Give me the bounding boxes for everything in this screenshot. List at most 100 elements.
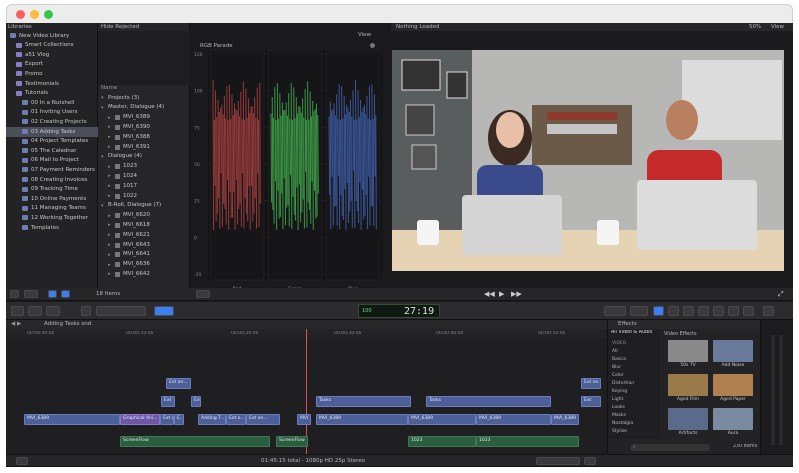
audio-clip[interactable]: ScreenFlow [120, 436, 270, 447]
disclosure-triangle-icon[interactable]: ▸ [108, 242, 111, 248]
disclosure-triangle-icon[interactable]: ▸ [108, 271, 111, 277]
disclosure-triangle-icon[interactable]: ▸ [108, 232, 111, 238]
connected-clip[interactable]: Tasks [426, 396, 551, 407]
index-button[interactable] [16, 457, 28, 465]
filmstrip-view-button[interactable] [48, 290, 57, 298]
effect-category[interactable]: Nostalgia [612, 421, 633, 426]
connected-clip[interactable]: Ext [581, 396, 601, 407]
timecode-display[interactable]: 100 27:19 [358, 304, 440, 318]
browser-clip[interactable]: ▸ MVI_6642 [98, 269, 188, 279]
fullscreen-icon[interactable]: ⤢ [778, 290, 784, 299]
effect-category[interactable]: Basics [612, 357, 626, 362]
browser-clip[interactable]: ▸ MVI_6636 [98, 260, 188, 270]
keyword-button[interactable] [28, 306, 42, 316]
themes-button[interactable] [728, 306, 739, 316]
primary-clip[interactable]: MVI [297, 414, 311, 425]
effects-search-field[interactable]: ⌕ [630, 444, 710, 451]
retime-button[interactable] [630, 306, 648, 316]
effect-thumbnail[interactable] [713, 408, 753, 430]
select-tool-button[interactable] [154, 306, 174, 316]
library-item[interactable]: 09 Tracking Time [6, 185, 98, 195]
library-item[interactable]: 06 Mail to Project [6, 156, 98, 166]
effect-thumbnail[interactable] [713, 340, 753, 362]
browser-clip[interactable]: ▸ MVI_6618 [98, 220, 188, 230]
music-button[interactable] [683, 306, 694, 316]
effect-category[interactable]: Looks [612, 405, 625, 410]
library-toggle-button[interactable] [10, 290, 19, 298]
disclosure-triangle-icon[interactable]: ▸ [108, 144, 111, 150]
disclosure-triangle-icon[interactable]: ▸ [108, 222, 111, 228]
primary-clip[interactable]: MVI_6389 [476, 414, 551, 425]
edit-buttons-group[interactable] [96, 306, 146, 316]
minimize-button[interactable] [30, 10, 39, 19]
connected-clip[interactable]: Ext on... [166, 378, 191, 389]
transitions-button[interactable] [743, 306, 754, 316]
disclosure-triangle-icon[interactable]: ▸ [108, 164, 111, 170]
list-view-button[interactable] [61, 290, 70, 298]
primary-clip[interactable]: MVI_6389 [316, 414, 408, 425]
viewer-transform-button[interactable] [196, 290, 210, 298]
library-item[interactable]: 07 Payment Reminders [6, 165, 98, 175]
library-item[interactable]: Smart Collections [6, 41, 98, 51]
disclosure-triangle-icon[interactable]: ▸ [108, 124, 111, 130]
effect-thumbnail[interactable] [713, 374, 753, 396]
viewer-view-menu[interactable]: View [771, 24, 784, 30]
search-button[interactable] [81, 306, 91, 316]
primary-clip[interactable]: MVI_6389 [551, 414, 579, 425]
library-item[interactable]: Export [6, 60, 98, 70]
library-item[interactable]: 01 Inviting Users [6, 108, 98, 118]
library-item[interactable]: 02 Creating Projects [6, 117, 98, 127]
primary-clip[interactable]: Ext o... [226, 414, 246, 425]
disclosure-triangle-icon[interactable]: ▸ [108, 193, 111, 199]
library-item[interactable]: 04 Project Templates [6, 137, 98, 147]
primary-clip[interactable]: E... [174, 414, 184, 425]
primary-clip[interactable]: Graphical Ani... [120, 414, 160, 425]
browser-group[interactable]: ▾ B-Roll, Dialogue (7) [98, 201, 188, 211]
viewer-zoom[interactable]: 50% [749, 24, 761, 30]
library-item[interactable]: Tutorials [6, 89, 98, 99]
effect-thumbnail[interactable] [668, 374, 708, 396]
connected-clip[interactable]: Tasks [316, 396, 411, 407]
disclosure-triangle-icon[interactable]: ▾ [101, 105, 104, 111]
effect-category[interactable]: Light [612, 397, 623, 402]
browser-clip[interactable]: ▸ MVI_6641 [98, 250, 188, 260]
photos-button[interactable] [668, 306, 679, 316]
browser-clip[interactable]: ▸ MVI_6621 [98, 230, 188, 240]
clip-appearance-button[interactable] [584, 457, 596, 465]
browser-clip[interactable]: ▸ MVI_6389 [98, 113, 188, 123]
previous-frame-icon[interactable]: ◀◀ [484, 290, 495, 298]
next-frame-icon[interactable]: ▶▶ [511, 290, 522, 298]
primary-clip[interactable]: Adding T... [198, 414, 226, 425]
disclosure-triangle-icon[interactable]: ▸ [108, 213, 111, 219]
audio-meter-button[interactable] [763, 306, 774, 316]
scope-settings-icon[interactable] [370, 43, 375, 48]
primary-clip[interactable]: Ext on... [160, 414, 174, 425]
all-effects-tab[interactable]: All Video & Audio [611, 330, 652, 335]
disclosure-triangle-icon[interactable]: ▾ [101, 95, 104, 101]
library-item[interactable]: 12 Working Together [6, 213, 98, 223]
effects-button[interactable] [653, 306, 664, 316]
effect-category[interactable]: All [612, 349, 618, 354]
browser-clip[interactable]: ▸ MVI_6620 [98, 211, 188, 221]
disclosure-triangle-icon[interactable]: ▸ [108, 252, 111, 258]
disclosure-triangle-icon[interactable]: ▸ [108, 173, 111, 179]
disclosure-triangle-icon[interactable]: ▸ [108, 262, 111, 268]
disclosure-triangle-icon[interactable]: ▸ [108, 134, 111, 140]
library-item[interactable]: 10 Online Payments [6, 194, 98, 204]
browser-group[interactable]: ▾ Dialogue (4) [98, 152, 188, 162]
library-item[interactable]: a51 Vlog [6, 50, 98, 60]
browser-clip[interactable]: ▸ MVI_6390 [98, 122, 188, 132]
effect-category[interactable]: Blur [612, 365, 621, 370]
browser-clip[interactable]: ▸ 1022 [98, 191, 188, 201]
library-item[interactable]: 05 The Calednar [6, 146, 98, 156]
library-item[interactable]: 03 Adding Tasks [6, 127, 98, 137]
filter-dropdown[interactable]: Hide Rejected [101, 24, 139, 30]
effect-category[interactable]: Masks [612, 413, 626, 418]
library-item[interactable]: Templates [6, 223, 98, 233]
browser-group[interactable]: ▾ Projects (3) [98, 93, 188, 103]
generators-button[interactable] [713, 306, 724, 316]
audio-clip[interactable]: 1023 [408, 436, 476, 447]
back-nav-icon[interactable]: ◀ ▶ [11, 321, 21, 327]
effect-category[interactable]: Distortion [612, 381, 634, 386]
browser-clip[interactable]: ▸ 1017 [98, 181, 188, 191]
